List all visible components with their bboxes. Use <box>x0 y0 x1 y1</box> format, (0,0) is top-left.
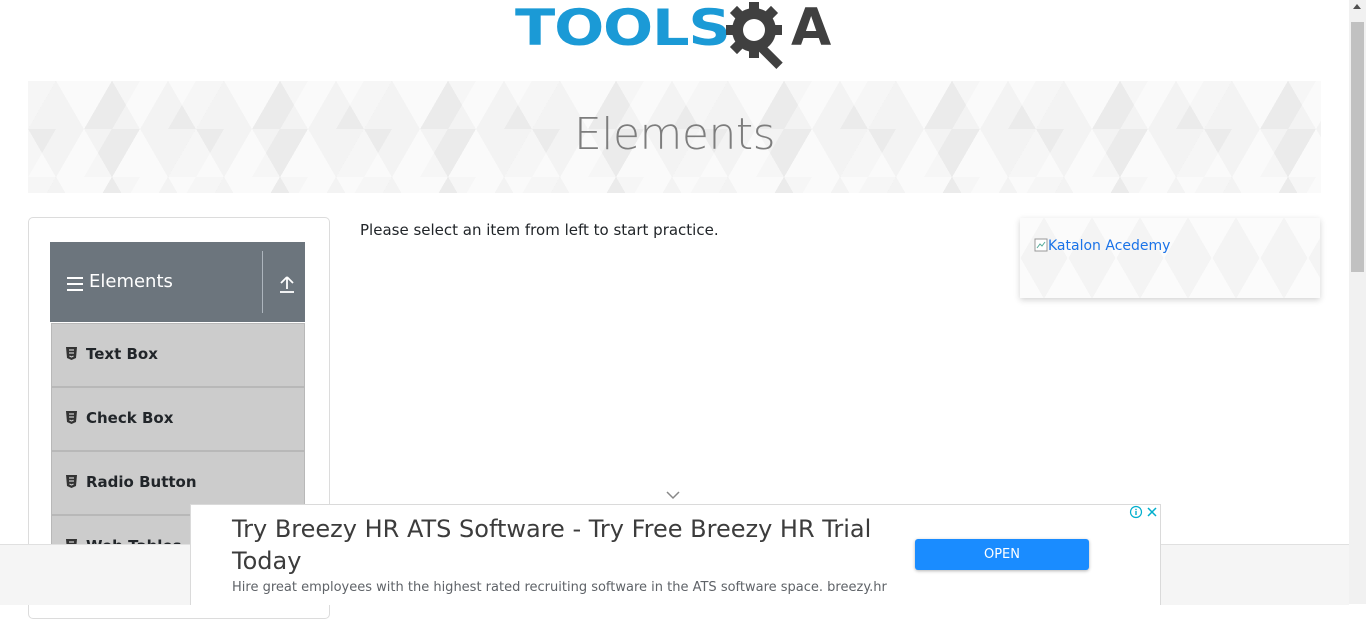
chevron-down-icon[interactable] <box>666 490 680 500</box>
scroll-up-arrow-icon[interactable] <box>1353 4 1361 9</box>
ad-open-button[interactable]: OPEN <box>915 539 1089 570</box>
collapse-upload-icon[interactable] <box>279 274 295 294</box>
gear-magnifier-icon <box>726 2 783 70</box>
header-divider <box>262 251 263 313</box>
html5-icon <box>66 411 77 424</box>
sidebar-item-label: Text Box <box>86 345 158 363</box>
logo-text: TOOLS <box>515 0 731 57</box>
toolsqa-logo[interactable]: TOOLS A <box>515 0 840 72</box>
group-title: Elements <box>89 271 173 292</box>
instruction-text: Please select an item from left to start… <box>360 221 719 239</box>
page-banner: Elements <box>28 81 1321 193</box>
sidebar-item-text-box[interactable]: Text Box <box>51 323 305 387</box>
side-ad-banner[interactable]: Katalon Acedemy <box>1020 218 1320 298</box>
html5-icon <box>66 347 77 360</box>
close-icon[interactable] <box>1145 505 1159 519</box>
hamburger-icon <box>67 277 83 291</box>
page-title: Elements <box>573 109 776 160</box>
katalon-ad-link[interactable]: Katalon Acedemy <box>1034 238 1170 254</box>
ad-description: Hire great employees with the highest ra… <box>232 580 887 595</box>
html5-icon <box>66 475 77 488</box>
sidebar-item-label: Radio Button <box>86 473 197 491</box>
broken-image-icon <box>1034 238 1048 252</box>
logo-suffix: A <box>791 0 832 58</box>
ad-headline[interactable]: Try Breezy HR ATS Software - Try Free Br… <box>232 513 892 577</box>
ad-alt-text: Katalon Acedemy <box>1048 238 1171 254</box>
bottom-ad-banner[interactable]: Try Breezy HR ATS Software - Try Free Br… <box>190 504 1161 605</box>
scrollbar-thumb[interactable] <box>1351 22 1364 272</box>
sidebar-item-check-box[interactable]: Check Box <box>51 387 305 451</box>
info-icon[interactable] <box>1129 505 1143 519</box>
elements-group-header[interactable]: Elements <box>50 242 305 322</box>
sidebar-item-label: Check Box <box>86 409 174 427</box>
